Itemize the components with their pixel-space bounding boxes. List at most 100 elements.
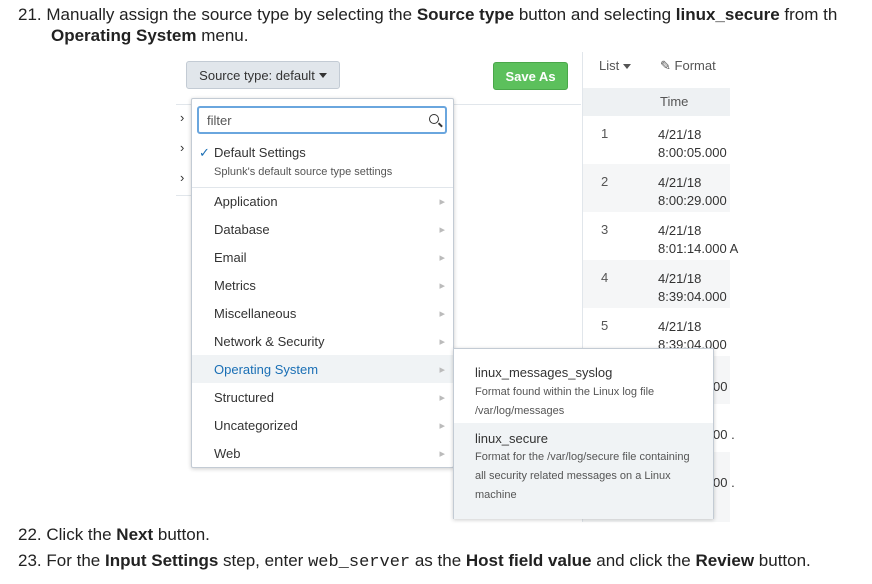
time-column-header[interactable]: Time	[660, 94, 688, 109]
step-23: 23. For the Input Settings step, enter w…	[18, 551, 811, 572]
step-text: and click the	[591, 551, 696, 570]
step-21-line-2: Operating System menu.	[51, 26, 248, 46]
row-time: 8:00:29.000	[658, 193, 727, 208]
menu-item-label: Uncategorized	[214, 417, 298, 433]
row-time-partial: 00 .	[713, 475, 735, 490]
row-date: 4/21/18	[658, 319, 702, 334]
table-row[interactable]: 4 4/21/18 8:39:04.000	[583, 260, 730, 308]
desc-line: Format found within the Linux log file	[475, 386, 655, 398]
chevron-right-icon: ▸	[439, 392, 445, 404]
filter-input[interactable]: filter	[197, 106, 447, 134]
operating-system-submenu: linux_messages_syslog Format found withi…	[453, 348, 714, 519]
chevron-right-icon: ▸	[439, 252, 445, 264]
desc-line: /var/log/messages	[475, 405, 565, 417]
row-number: 5	[601, 318, 609, 333]
menu-item-structured[interactable]: Structured ▸	[192, 383, 453, 411]
pencil-icon: ✎	[660, 58, 671, 73]
checkmark-icon: ✓	[199, 145, 210, 160]
row-date: 4/21/18	[658, 271, 702, 286]
step-text: menu.	[196, 26, 249, 45]
menu-item-network-security[interactable]: Network & Security ▸	[192, 327, 453, 355]
step-bold: Next	[116, 525, 154, 544]
step-number: 21.	[18, 5, 42, 24]
submenu-item-desc: Format for the /var/log/secure file cont…	[475, 448, 690, 505]
row-number: 3	[601, 222, 609, 237]
step-bold: Input Settings	[104, 551, 219, 570]
table-row[interactable]: 2 4/21/18 8:00:29.000	[583, 164, 730, 212]
chevron-right-icon: ▸	[439, 448, 445, 460]
default-settings-desc: Splunk's default source type settings	[214, 166, 393, 178]
step-number: 22.	[18, 525, 42, 544]
search-icon	[429, 114, 439, 124]
step-bold: linux_secure	[675, 5, 780, 24]
chevron-right-icon: ▸	[439, 364, 445, 376]
desc-line: all security related messages on a Linux	[475, 470, 671, 482]
step-bold: Review	[695, 551, 755, 570]
source-type-button[interactable]: Source type: default	[186, 61, 340, 89]
step-text: as the	[410, 551, 466, 570]
row-time-partial: 00	[713, 379, 728, 394]
chevron-right-icon: ▸	[439, 280, 445, 292]
menu-item-database[interactable]: Database ▸	[192, 215, 453, 243]
chevron-right-icon: ▸	[439, 196, 445, 208]
submenu-item-title: linux_messages_syslog	[475, 365, 613, 380]
menu-item-metrics[interactable]: Metrics ▸	[192, 271, 453, 299]
step-text: from th	[779, 5, 838, 24]
step-text: button.	[754, 551, 811, 570]
step-text: step, enter	[218, 551, 309, 570]
menu-item-label: Structured	[214, 389, 274, 405]
submenu-item-title: linux_secure	[475, 431, 548, 446]
step-bold: Host field value	[465, 551, 592, 570]
row-date: 4/21/18	[658, 127, 702, 142]
filter-placeholder: filter	[207, 112, 232, 128]
caret-down-icon	[623, 64, 632, 70]
desc-line: machine	[475, 489, 517, 501]
table-row[interactable]: 3 4/21/18 8:01:14.000 A	[583, 212, 738, 260]
source-type-dropdown: filter ✓ Default Settings Splunk's defau…	[191, 98, 454, 468]
menu-item-web[interactable]: Web ▸	[192, 439, 453, 467]
menu-item-application[interactable]: Application ▸	[192, 187, 453, 215]
row-time: 8:01:14.000 A	[658, 241, 739, 256]
row-time: 8:39:04.000	[658, 289, 727, 304]
chevron-right-icon: ▸	[439, 224, 445, 236]
menu-item-uncategorized[interactable]: Uncategorized ▸	[192, 411, 453, 439]
row-date: 4/21/18	[658, 223, 702, 238]
desc-line: Format for the /var/log/secure file cont…	[475, 451, 690, 463]
step-bold: Operating System	[51, 26, 197, 45]
menu-item-label: Database	[214, 221, 270, 237]
expand-chevron-icon[interactable]: ›	[180, 170, 184, 185]
menu-item-operating-system[interactable]: Operating System ▸	[192, 355, 453, 383]
submenu-item-linux-secure[interactable]: linux_secure Format for the /var/log/sec…	[454, 423, 713, 519]
submenu-item-linux-messages-syslog[interactable]: linux_messages_syslog Format found withi…	[454, 357, 713, 421]
table-header: Time	[583, 88, 730, 116]
menu-item-miscellaneous[interactable]: Miscellaneous ▸	[192, 299, 453, 327]
list-view-toggle[interactable]: List	[599, 58, 632, 73]
menu-item-email[interactable]: Email ▸	[192, 243, 453, 271]
caret-down-icon	[318, 72, 327, 78]
step-text: button.	[153, 525, 210, 544]
save-as-button[interactable]: Save As	[493, 62, 568, 90]
menu-item-label: Operating System	[214, 361, 319, 377]
row-time-partial: 00 .	[713, 427, 735, 442]
chevron-right-icon: ▸	[439, 336, 445, 348]
default-settings-item[interactable]: ✓ Default Settings Splunk's default sour…	[192, 139, 453, 187]
submenu-item-desc: Format found within the Linux log file /…	[475, 383, 654, 421]
list-label: List	[599, 58, 620, 73]
step-21-line-1: 21. Manually assign the source type by s…	[18, 5, 837, 25]
row-number: 2	[601, 174, 609, 189]
chevron-right-icon: ▸	[439, 420, 445, 432]
menu-item-label: Network & Security	[214, 333, 325, 349]
source-type-label: Source type: default	[199, 67, 315, 83]
table-row[interactable]: 1 4/21/18 8:00:05.000	[583, 116, 730, 164]
row-number: 4	[601, 270, 609, 285]
step-bold: Source type	[416, 5, 515, 24]
row-date: 4/21/18	[658, 175, 702, 190]
step-text: For the	[46, 551, 105, 570]
expand-chevron-icon[interactable]: ›	[180, 140, 184, 155]
row-number: 1	[601, 126, 609, 141]
format-button[interactable]: ✎ Format	[660, 58, 716, 74]
expand-chevron-icon[interactable]: ›	[180, 110, 184, 125]
step-text: button and selecting	[514, 5, 676, 24]
menu-item-label: Application	[214, 193, 278, 209]
menu-item-label: Metrics	[214, 277, 256, 293]
